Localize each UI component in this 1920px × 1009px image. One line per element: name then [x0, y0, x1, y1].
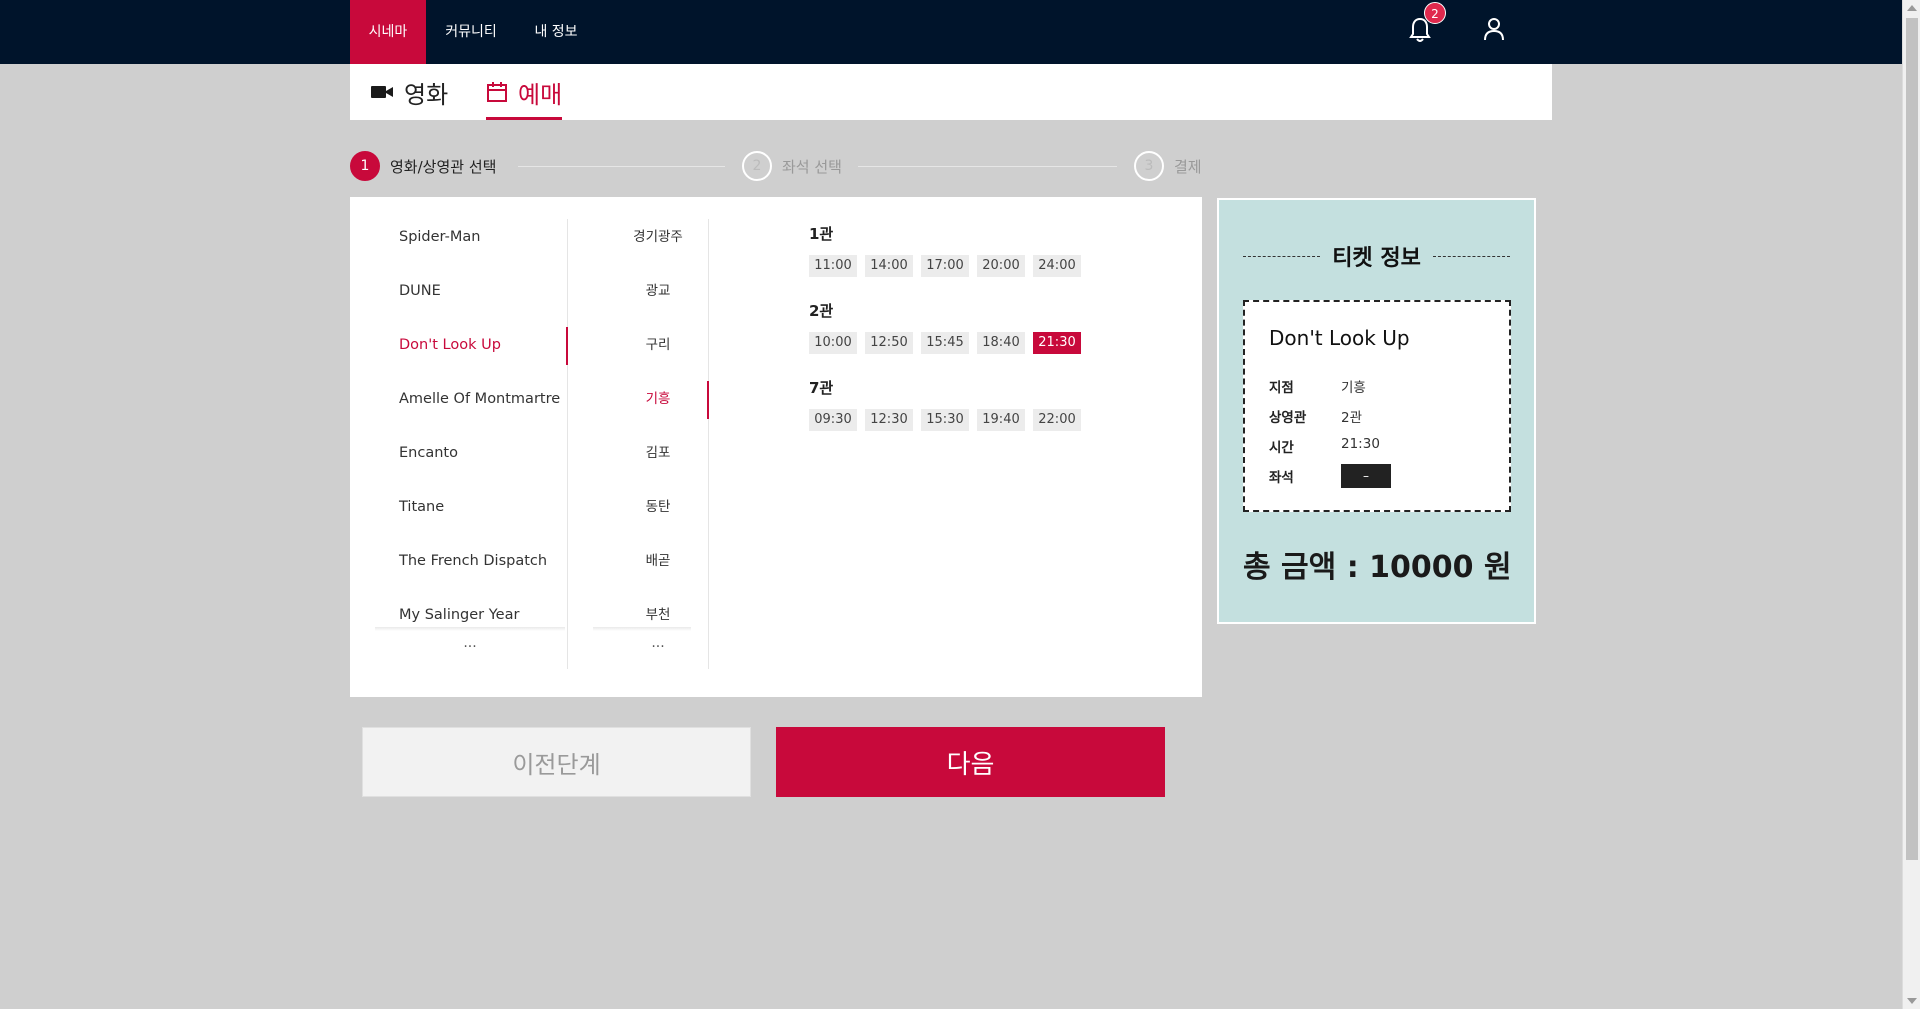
step-label: 좌석 선택 — [782, 157, 842, 176]
step-number: 2 — [742, 151, 772, 181]
showtime-button[interactable]: 19:40 — [977, 409, 1025, 431]
movie-item[interactable]: Titane — [399, 495, 444, 549]
ticket-label: 시간 — [1269, 440, 1294, 456]
step-2: 2 좌석 선택 — [742, 150, 842, 182]
user-icon[interactable] — [1482, 16, 1506, 42]
showtime-button[interactable]: 09:30 — [809, 409, 857, 431]
region-item[interactable]: 부천 — [609, 603, 707, 623]
ticket-label: 상영관 — [1269, 410, 1307, 426]
movie-item[interactable]: DUNE — [399, 279, 441, 333]
video-camera-icon — [371, 86, 393, 98]
step-divider — [518, 166, 725, 167]
tab-label: 영화 — [404, 80, 449, 109]
showtime-button[interactable]: 15:45 — [921, 332, 969, 354]
showtime-button[interactable]: 15:30 — [921, 409, 969, 431]
ticket-movie-title: Don't Look Up — [1269, 326, 1410, 350]
hall-title: 1관 — [809, 225, 834, 243]
step-label: 영화/상영관 선택 — [390, 157, 497, 176]
ticket-card: Don't Look Up 지점 기흥 상영관 2관 시간 21:30 좌석 – — [1243, 300, 1511, 512]
nav-item-community[interactable]: 커뮤니티 — [436, 0, 506, 64]
step-1: 1 영화/상영관 선택 — [350, 150, 496, 182]
scroll-thumb[interactable] — [1906, 18, 1918, 860]
region-item[interactable]: 김포 — [609, 441, 707, 461]
nav-item-cinema[interactable]: 시네마 — [350, 0, 426, 64]
tab-movies[interactable]: 영화 — [370, 64, 448, 120]
showtime-button[interactable]: 12:50 — [865, 332, 913, 354]
calendar-icon — [487, 82, 507, 102]
ticket-info-panel: 티켓 정보 Don't Look Up 지점 기흥 상영관 2관 시간 21:3… — [1217, 198, 1536, 624]
ticket-label: 지점 — [1269, 380, 1294, 396]
region-list: 경기광주 광교 구리 기흥 김포 동탄 배곧 부천 ... — [593, 219, 709, 669]
notification-badge: 2 — [1424, 2, 1446, 24]
showtime-button[interactable]: 20:00 — [977, 255, 1025, 277]
ticket-value: 21:30 — [1341, 436, 1380, 452]
step-number: 3 — [1134, 151, 1164, 181]
selected-indicator — [707, 381, 709, 419]
region-item[interactable]: 동탄 — [609, 495, 707, 515]
movie-item[interactable]: Spider-Man — [399, 225, 480, 279]
ticket-label: 좌석 — [1269, 470, 1294, 486]
showtime-button[interactable]: 24:00 — [1033, 255, 1081, 277]
total-price: 총 금액 : 10000 원 — [1243, 550, 1512, 585]
tab-label: 예매 — [518, 80, 563, 109]
showtime-button[interactable]: 10:00 — [809, 332, 857, 354]
ticket-value: 2관 — [1341, 410, 1363, 426]
region-item[interactable]: 배곧 — [609, 549, 707, 569]
region-item[interactable]: 광교 — [609, 279, 707, 299]
ticket-value: 기흥 — [1341, 380, 1366, 396]
showtime-button[interactable]: 14:00 — [865, 255, 913, 277]
ticket-row-seat: 좌석 – — [1269, 464, 1391, 488]
next-button[interactable]: 다음 — [776, 727, 1165, 797]
dotted-divider — [1432, 255, 1510, 257]
list-fade — [375, 627, 565, 631]
showtime-button[interactable]: 17:00 — [921, 255, 969, 277]
dotted-divider — [1243, 255, 1321, 257]
tabs-bar: 영화 예매 — [350, 64, 1552, 120]
movie-item[interactable]: Encanto — [399, 441, 458, 495]
more-indicator[interactable]: ... — [593, 635, 723, 651]
showtime-button[interactable]: 22:00 — [1033, 409, 1081, 431]
movie-item-selected[interactable]: Don't Look Up — [399, 333, 501, 387]
ticket-heading: 티켓 정보 — [1243, 240, 1510, 272]
showtime-button[interactable]: 11:00 — [809, 255, 857, 277]
showtime-button[interactable]: 18:40 — [977, 332, 1025, 354]
more-indicator[interactable]: ... — [375, 635, 565, 651]
step-label: 결제 — [1174, 157, 1202, 176]
region-item[interactable]: 경기광주 — [609, 225, 707, 245]
movie-item[interactable]: The French Dispatch — [399, 549, 547, 603]
region-item-selected[interactable]: 기흥 — [609, 387, 707, 407]
showtime-button-selected[interactable]: 21:30 — [1033, 332, 1081, 354]
previous-step-button[interactable]: 이전단계 — [362, 727, 751, 797]
hall-title: 7관 — [809, 379, 834, 397]
tab-booking[interactable]: 예매 — [486, 64, 563, 120]
selected-indicator — [566, 327, 568, 365]
showtime-row: 11:00 14:00 17:00 20:00 24:00 — [809, 255, 1081, 277]
page-scrollbar[interactable] — [1902, 0, 1920, 1009]
list-fade — [593, 627, 691, 631]
ticket-heading-text: 티켓 정보 — [1332, 246, 1421, 271]
region-item[interactable]: 구리 — [609, 333, 707, 353]
step-number: 1 — [350, 151, 380, 181]
scroll-down-icon[interactable] — [1907, 998, 1917, 1004]
nav-item-my-info[interactable]: 내 정보 — [524, 0, 588, 64]
selection-panel: Spider-Man DUNE Don't Look Up Amelle Of … — [350, 197, 1202, 697]
movie-item[interactable]: Amelle Of Montmartre — [399, 387, 560, 441]
step-3: 3 결제 — [1134, 150, 1202, 182]
seat-chip: – — [1341, 464, 1391, 488]
top-navbar: 시네마 커뮤니티 내 정보 2 — [0, 0, 1902, 64]
showtime-button[interactable]: 12:30 — [865, 409, 913, 431]
showtime-row: 10:00 12:50 15:45 18:40 21:30 — [809, 332, 1081, 354]
showtime-row: 09:30 12:30 15:30 19:40 22:00 — [809, 409, 1081, 431]
ticket-row-time: 시간 21:30 — [1269, 436, 1380, 456]
step-divider — [858, 166, 1117, 167]
ticket-row-hall: 상영관 2관 — [1269, 406, 1362, 426]
hall-title: 2관 — [809, 302, 834, 320]
movie-list: Spider-Man DUNE Don't Look Up Amelle Of … — [375, 219, 568, 669]
scroll-up-icon[interactable] — [1907, 5, 1917, 11]
ticket-row-branch: 지점 기흥 — [1269, 376, 1366, 396]
